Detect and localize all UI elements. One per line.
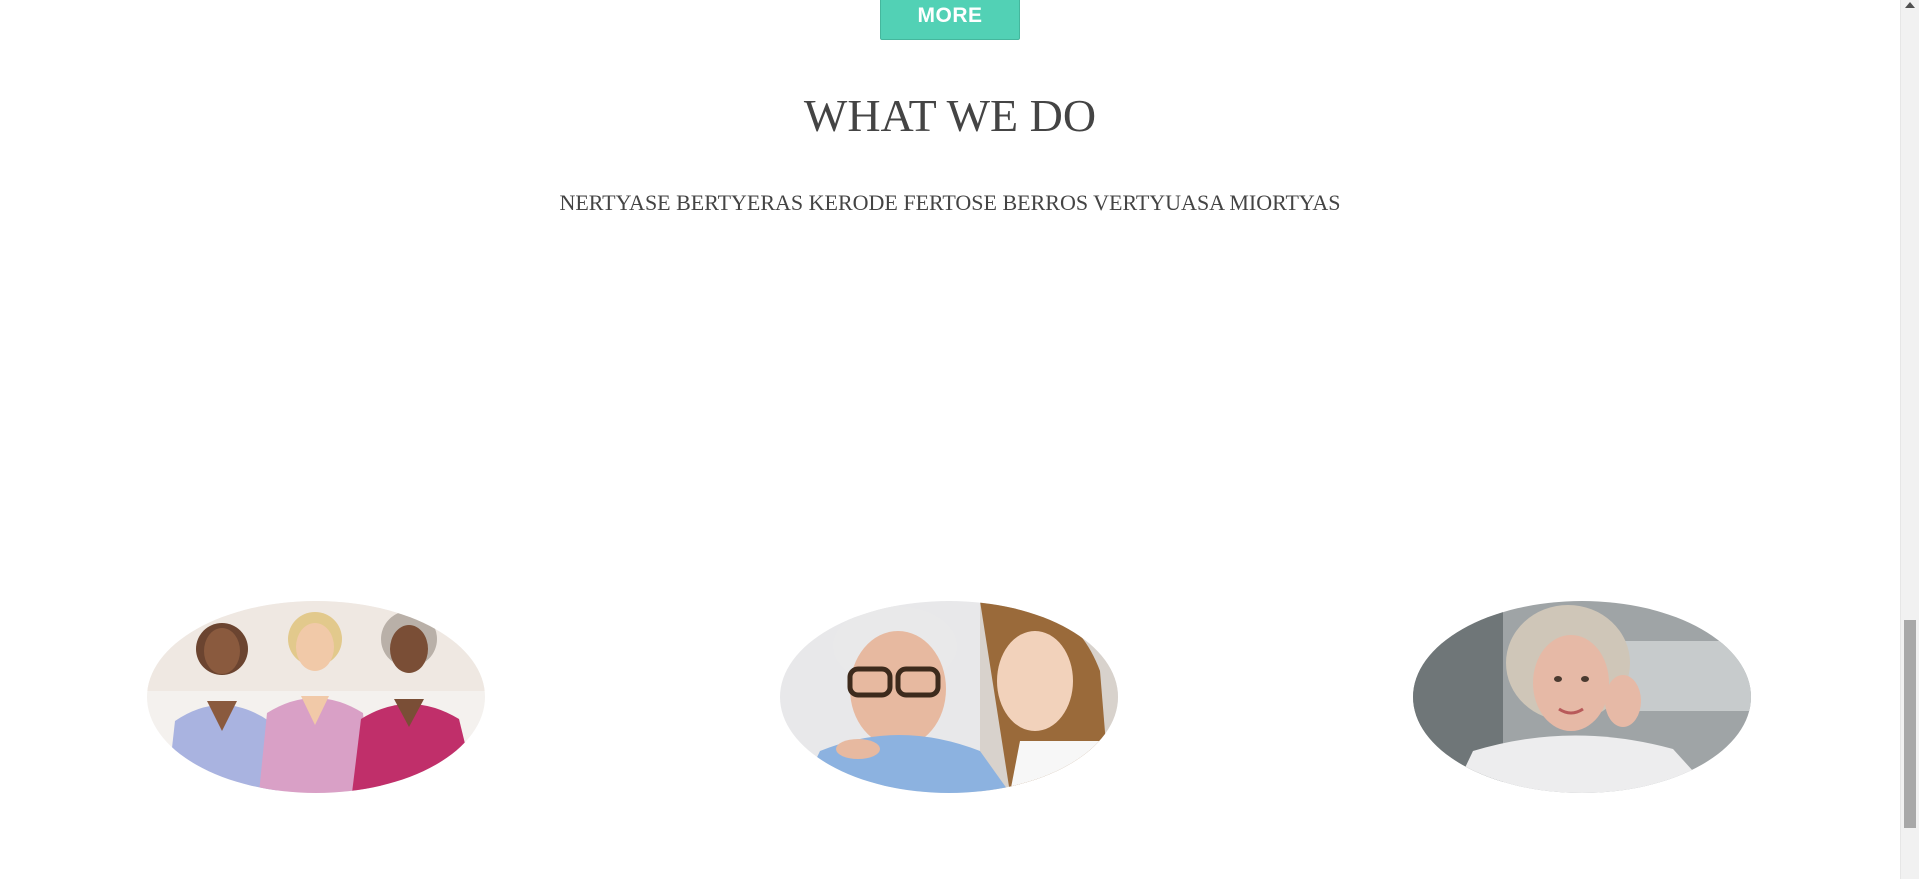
vertical-scrollbar[interactable] [1900, 0, 1919, 879]
more-button-label: MORE [917, 4, 983, 27]
more-button[interactable]: MORE [880, 0, 1020, 40]
smiling-senior-woman-photo [1413, 601, 1751, 793]
elderly-man-with-caregiver-photo [780, 601, 1118, 793]
three-nurses-photo [147, 601, 485, 793]
scroll-up-arrow-icon[interactable] [1905, 2, 1915, 8]
section-subtitle: NERTYASE BERTYERAS KERODE FERTOSE BERROS… [559, 190, 1341, 215]
section-title: WHAT WE DO [803, 90, 1097, 141]
page: MORE WHAT WE DO NERTYASE BERTYERAS KEROD… [0, 0, 1900, 879]
scrollbar-thumb[interactable] [1904, 620, 1916, 828]
